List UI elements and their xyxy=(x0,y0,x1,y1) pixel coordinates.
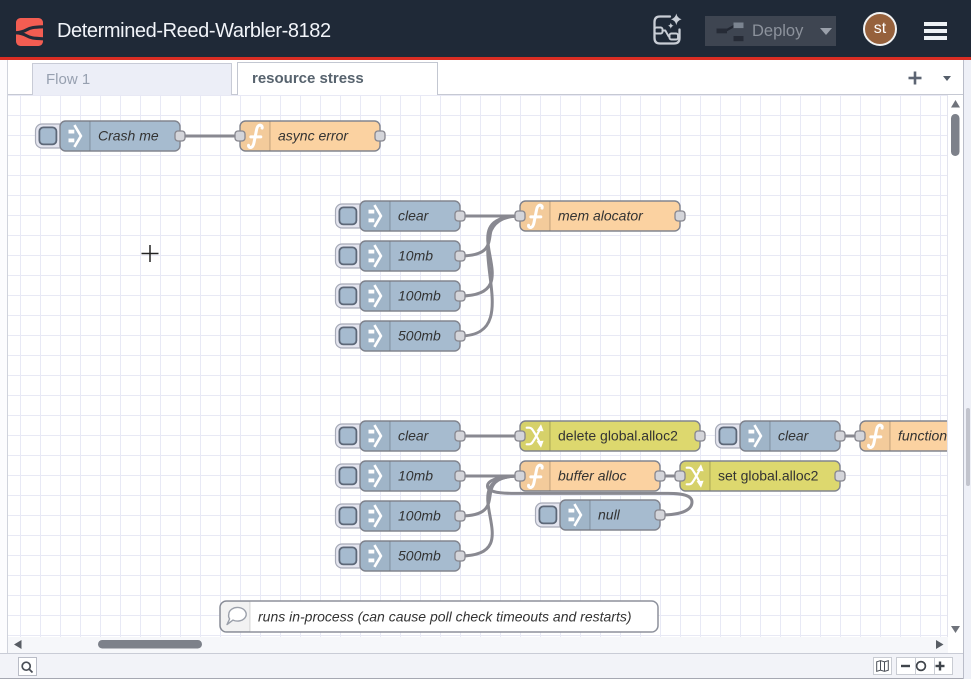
svg-text:10mb: 10mb xyxy=(398,248,433,264)
svg-text:delete global.alloc2: delete global.alloc2 xyxy=(558,428,678,444)
svg-text:mem alocator: mem alocator xyxy=(558,208,644,224)
svg-text:clear: clear xyxy=(398,208,430,224)
svg-text:clear: clear xyxy=(778,428,810,444)
svg-text:buffer alloc: buffer alloc xyxy=(558,468,626,484)
svg-text:function: function xyxy=(898,428,947,444)
svg-text:500mb: 500mb xyxy=(398,328,441,344)
svg-text:runs in-process (can cause pol: runs in-process (can cause poll check ti… xyxy=(258,609,632,625)
svg-text:500mb: 500mb xyxy=(398,548,441,564)
svg-text:100mb: 100mb xyxy=(398,508,441,524)
svg-text:null: null xyxy=(598,507,621,523)
svg-text:set global.alloc2: set global.alloc2 xyxy=(718,468,819,484)
svg-text:10mb: 10mb xyxy=(398,468,433,484)
svg-text:async error: async error xyxy=(278,128,349,144)
svg-text:Crash me: Crash me xyxy=(98,128,159,144)
svg-text:100mb: 100mb xyxy=(398,288,441,304)
svg-text:clear: clear xyxy=(398,428,430,444)
